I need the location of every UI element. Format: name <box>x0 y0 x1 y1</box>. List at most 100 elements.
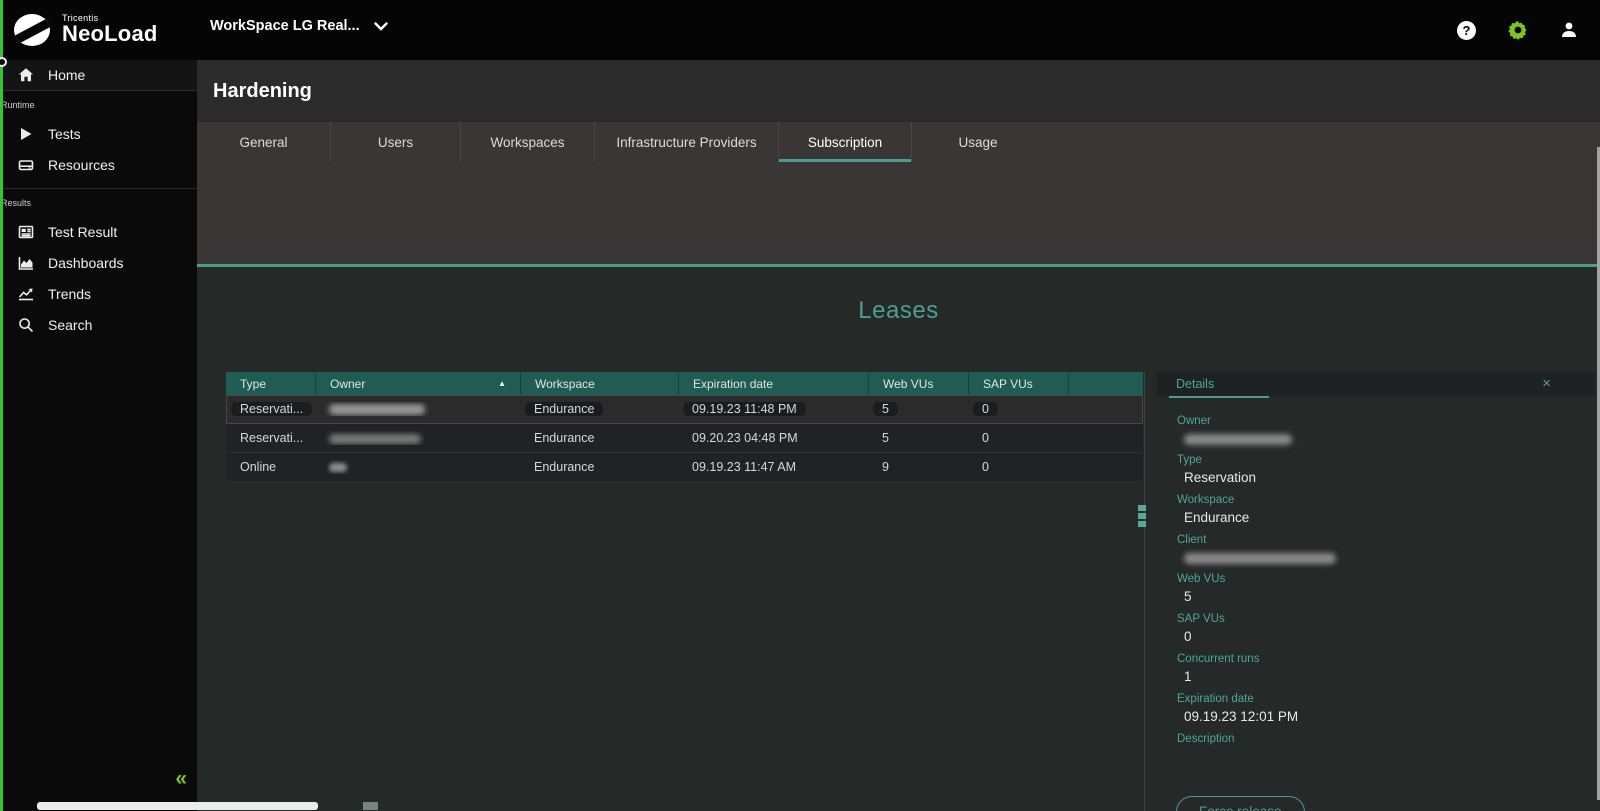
drive-icon <box>18 157 34 173</box>
tabs-row: GeneralUsersWorkspacesInfrastructure Pro… <box>197 122 1600 162</box>
sidebar-item-resources[interactable]: Resources <box>0 149 197 180</box>
area-chart-icon <box>18 255 34 271</box>
cell-type: Reservati... <box>226 431 315 445</box>
cell-text: 09.19.23 11:47 AM <box>692 460 796 474</box>
cell-sap-vus: 0 <box>968 431 1068 445</box>
sidebar-item-label: Resources <box>48 157 115 173</box>
tab-workspaces[interactable]: Workspaces <box>460 122 594 162</box>
column-header-sap-vus[interactable]: SAP VUs <box>968 372 1068 395</box>
sidebar-item-label: Test Result <box>48 224 117 240</box>
newspaper-icon <box>18 224 34 240</box>
leases-title: Leases <box>197 267 1600 325</box>
sidebar-item-tests[interactable]: Tests <box>0 118 197 149</box>
home-icon <box>18 67 34 83</box>
user-icon[interactable] <box>1560 21 1578 39</box>
cell-web-vus: 5 <box>868 402 968 416</box>
cell-expiration-date: 09.19.23 11:47 AM <box>678 460 868 474</box>
details-label-web-vus: Web VUs <box>1177 573 1595 585</box>
tab-usage[interactable]: Usage <box>911 122 1044 162</box>
redacted-owner <box>329 434 421 444</box>
table-header-row: TypeOwner▲WorkspaceExpiration dateWeb VU… <box>226 372 1143 395</box>
column-header-type[interactable]: Type <box>226 372 315 395</box>
horizontal-scrollbar-thumb[interactable] <box>37 802 318 810</box>
workspace-selector[interactable]: WorkSpace LG Real... <box>210 18 388 34</box>
sidebar-item-dashboards[interactable]: Dashboards <box>0 247 197 278</box>
gear-icon[interactable] <box>1508 20 1528 40</box>
tab-general[interactable]: General <box>197 122 330 162</box>
leases-table: TypeOwner▲WorkspaceExpiration dateWeb VU… <box>226 372 1143 482</box>
tab-infrastructure-providers[interactable]: Infrastructure Providers <box>594 122 778 162</box>
force-release-button[interactable]: Force release <box>1176 796 1305 811</box>
page-header: Hardening <box>197 60 1600 122</box>
neoload-logo-icon <box>12 9 54 51</box>
cell-expiration-date: 09.20.23 04:48 PM <box>678 431 868 445</box>
cell-text: 9 <box>882 460 889 474</box>
help-icon[interactable]: ? <box>1457 21 1476 40</box>
table-row[interactable]: Online Endurance 09.19.23 11:47 AM 9 0 <box>226 453 1143 482</box>
cell-expiration-date: 09.19.23 11:48 PM <box>678 402 868 416</box>
sidebar-item-label: Home <box>48 67 85 83</box>
cell-sap-vus: 0 <box>968 460 1068 474</box>
sidebar-item-home[interactable]: Home <box>0 60 197 90</box>
column-header-spacer <box>1068 372 1143 395</box>
column-header-web-vus[interactable]: Web VUs <box>868 372 968 395</box>
table-body: Reservati...Endurance09.19.23 11:48 PM50… <box>226 395 1143 482</box>
cell-text: Endurance <box>525 402 603 416</box>
sidebar-section-runtime: Runtime <box>0 91 197 114</box>
sidebar-item-search[interactable]: Search <box>0 309 197 340</box>
redacted-owner <box>329 404 425 415</box>
cell-text: 09.20.23 04:48 PM <box>692 431 798 445</box>
details-value-sap-vus: 0 <box>1184 630 1595 644</box>
details-value-web-vus: 5 <box>1184 590 1595 604</box>
cell-text: Reservati... <box>231 402 312 416</box>
cell-owner <box>315 431 520 445</box>
top-bar: Tricentis NeoLoad WorkSpace LG Real... ? <box>0 0 1600 60</box>
sidebar: Home Runtime Tests Resources <box>0 60 197 811</box>
sidebar-collapse-button[interactable]: « <box>175 768 187 789</box>
brand-neoload: NeoLoad <box>62 21 158 47</box>
close-icon[interactable]: × <box>1542 375 1551 392</box>
cell-text: 0 <box>982 460 989 474</box>
redacted-owner <box>1184 434 1292 445</box>
cell-text: Endurance <box>534 460 594 474</box>
details-fields: OwnerTypeReservationWorkspaceEnduranceCl… <box>1157 398 1595 764</box>
workspace-selector-label: WorkSpace LG Real... <box>210 18 360 34</box>
details-header: Details × <box>1157 372 1595 396</box>
subscription-content: Leases TypeOwner▲WorkspaceExpiration dat… <box>197 267 1600 810</box>
details-label-owner: Owner <box>1177 415 1595 427</box>
neoload-logo: Tricentis NeoLoad <box>12 9 158 51</box>
redacted-owner <box>329 463 347 472</box>
panel-resize-handle[interactable] <box>1138 505 1147 527</box>
cell-sap-vus: 0 <box>968 402 1068 416</box>
cell-text: 5 <box>882 431 889 445</box>
cell-workspace: Endurance <box>520 402 678 416</box>
sidebar-item-label: Trends <box>48 286 91 302</box>
column-header-expiration-date[interactable]: Expiration date <box>678 372 868 395</box>
tab-users[interactable]: Users <box>330 122 460 162</box>
cell-text: 0 <box>982 431 989 445</box>
screen-left-edge <box>0 0 3 811</box>
cell-text: Online <box>240 460 276 474</box>
column-header-owner[interactable]: Owner▲ <box>315 372 520 395</box>
details-label-expiration-date: Expiration date <box>1177 693 1595 705</box>
sort-ascending-icon: ▲ <box>498 379 506 388</box>
panel-divider <box>1144 372 1145 811</box>
tab-subscription[interactable]: Subscription <box>778 122 911 162</box>
table-row[interactable]: Reservati... Endurance 09.20.23 04:48 PM 5 0 <box>226 424 1143 453</box>
redacted-client <box>1184 553 1336 564</box>
table-row[interactable]: Reservati... Endurance 09.19.23 11:48 PM50 <box>226 395 1143 424</box>
cell-web-vus: 9 <box>868 460 968 474</box>
sidebar-section-results: Results <box>0 189 197 212</box>
details-label-client: Client <box>1177 534 1595 546</box>
horizontal-scrollbar-fragment <box>363 802 378 810</box>
sidebar-item-label: Tests <box>48 126 81 142</box>
sidebar-item-trends[interactable]: Trends <box>0 278 197 309</box>
sidebar-item-test-result[interactable]: Test Result <box>0 216 197 247</box>
column-header-workspace[interactable]: Workspace <box>520 372 678 395</box>
main-area: Hardening GeneralUsersWorkspacesInfrastr… <box>197 60 1600 811</box>
cell-owner <box>315 402 520 416</box>
page-title: Hardening <box>213 80 312 103</box>
cell-text: Endurance <box>534 431 594 445</box>
details-value-expiration-date: 09.19.23 12:01 PM <box>1184 710 1595 724</box>
details-panel: Details × OwnerTypeReservationWorkspaceE… <box>1157 372 1595 811</box>
